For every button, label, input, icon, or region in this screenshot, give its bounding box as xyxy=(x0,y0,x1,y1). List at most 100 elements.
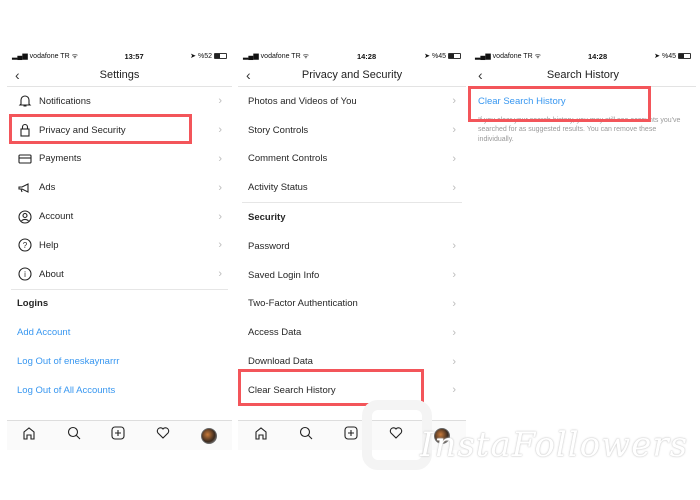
log-out-all-link[interactable]: Log Out of All Accounts xyxy=(7,376,232,405)
battery: ➤ %52 xyxy=(190,52,227,60)
page-title: Privacy and Security xyxy=(301,69,403,81)
search-icon[interactable] xyxy=(299,426,313,445)
settings-item-help[interactable]: ? Help › xyxy=(7,231,232,260)
logins-header: Logins xyxy=(17,298,49,310)
clear-search-history-item[interactable]: Clear Search History › xyxy=(238,376,466,405)
chevron-right-icon: › xyxy=(218,95,222,108)
info-icon: i xyxy=(17,266,33,282)
chevron-right-icon: › xyxy=(452,269,456,282)
status-bar: ▂▄▆ vodafone TR ᯤ 14:28 ➤ %45 xyxy=(470,48,696,64)
settings-item-privacy[interactable]: Privacy and Security › xyxy=(7,116,232,145)
chevron-right-icon: › xyxy=(452,326,456,339)
chevron-right-icon: › xyxy=(218,181,222,194)
chevron-right-icon: › xyxy=(218,124,222,137)
chevron-right-icon: › xyxy=(452,297,456,310)
chevron-right-icon: › xyxy=(452,355,456,368)
settings-screen: ▂▄▆ vodafone TR ᯤ 13:57 ➤ %52 ‹ Settings… xyxy=(7,48,232,450)
security-item[interactable]: Download Data › xyxy=(238,347,466,376)
privacy-item[interactable]: Comment Controls › xyxy=(238,145,466,174)
privacy-list: Photos and Videos of You › Story Controls… xyxy=(238,87,466,405)
settings-item-ads[interactable]: Ads › xyxy=(7,173,232,202)
chevron-right-icon: › xyxy=(218,268,222,281)
security-item[interactable]: Password › xyxy=(238,232,466,261)
carrier: ▂▄▆ vodafone TR ᯤ xyxy=(243,52,309,60)
nav-bar: ‹ Search History xyxy=(470,64,696,87)
security-item[interactable]: Access Data › xyxy=(238,318,466,347)
privacy-item[interactable]: Story Controls › xyxy=(238,116,466,145)
clock: 13:57 xyxy=(124,51,144,61)
item-label: Clear Search History xyxy=(248,384,336,396)
chevron-right-icon: › xyxy=(452,95,456,108)
settings-item-account[interactable]: Account › xyxy=(7,202,232,231)
chevron-right-icon: › xyxy=(218,152,222,165)
chevron-right-icon: › xyxy=(452,181,456,194)
home-icon[interactable] xyxy=(254,426,268,445)
svg-text:?: ? xyxy=(23,241,28,250)
security-header: Security xyxy=(248,212,286,224)
item-label: Access Data xyxy=(248,327,302,339)
page-title: Settings xyxy=(99,69,140,81)
lock-icon xyxy=(17,122,33,138)
item-label: Saved Login Info xyxy=(248,269,320,281)
status-bar: ▂▄▆ vodafone TR ᯤ 14:28 ➤ %45 xyxy=(238,48,466,64)
settings-item-notifications[interactable]: Notifications › xyxy=(7,87,232,116)
page-title: Search History xyxy=(546,69,620,81)
chevron-right-icon: › xyxy=(452,240,456,253)
item-label: Account xyxy=(39,211,74,223)
chevron-right-icon: › xyxy=(452,124,456,137)
privacy-item[interactable]: Activity Status › xyxy=(238,173,466,202)
megaphone-icon xyxy=(17,180,33,196)
heart-icon[interactable] xyxy=(156,426,170,445)
log-out-user-link[interactable]: Log Out of eneskaynarrr xyxy=(7,347,232,376)
back-icon[interactable]: ‹ xyxy=(478,67,483,83)
item-label: Password xyxy=(248,240,290,252)
clock: 14:28 xyxy=(587,51,608,61)
search-icon[interactable] xyxy=(67,426,81,445)
nav-bar: ‹ Privacy and Security xyxy=(238,64,466,87)
item-label: Privacy and Security xyxy=(39,124,126,136)
privacy-security-screen: ▂▄▆ vodafone TR ᯤ 14:28 ➤ %45 ‹ Privacy … xyxy=(238,48,466,450)
carrier: ▂▄▆ vodafone TR ᯤ xyxy=(12,52,78,60)
add-post-icon[interactable] xyxy=(111,426,126,445)
account-icon xyxy=(17,209,33,225)
privacy-item[interactable]: Photos and Videos of You › xyxy=(238,87,466,116)
chevron-right-icon: › xyxy=(452,384,456,397)
search-history-screen: ▂▄▆ vodafone TR ᯤ 14:28 ➤ %45 ‹ Search H… xyxy=(468,48,696,450)
back-icon[interactable]: ‹ xyxy=(246,67,251,83)
status-bar: ▂▄▆ vodafone TR ᯤ 13:57 ➤ %52 xyxy=(7,48,232,64)
settings-item-payments[interactable]: Payments › xyxy=(7,145,232,174)
chevron-right-icon: › xyxy=(452,152,456,165)
credit-card-icon xyxy=(17,151,33,167)
item-label: Story Controls xyxy=(248,124,309,136)
clear-history-note: If you clear your search history, you ma… xyxy=(478,116,681,143)
item-label: Two-Factor Authentication xyxy=(248,298,358,310)
security-item[interactable]: Two-Factor Authentication › xyxy=(238,290,466,319)
battery: ➤ %45 xyxy=(424,52,461,60)
item-label: Comment Controls xyxy=(248,153,328,165)
item-label: Notifications xyxy=(39,95,91,107)
item-label: Ads xyxy=(39,182,56,194)
chevron-right-icon: › xyxy=(218,210,222,223)
home-icon[interactable] xyxy=(22,426,36,445)
battery: ➤ %45 xyxy=(654,52,691,60)
screenshot: ▂▄▆ vodafone TR ᯤ 13:57 ➤ %52 ‹ Settings… xyxy=(0,0,700,500)
item-label: Download Data xyxy=(248,356,313,368)
settings-item-about[interactable]: i About › xyxy=(7,260,232,289)
carrier: ▂▄▆ vodafone TR ᯤ xyxy=(475,52,541,60)
back-icon[interactable]: ‹ xyxy=(15,67,20,83)
item-label: Payments xyxy=(39,153,82,165)
security-item[interactable]: Saved Login Info › xyxy=(238,261,466,290)
item-label: Activity Status xyxy=(248,182,308,194)
clear-search-history-button[interactable]: Clear Search History xyxy=(470,87,696,116)
tab-bar xyxy=(7,420,232,450)
watermark: InstaFollowers xyxy=(420,425,689,465)
item-label: Photos and Videos of You xyxy=(248,95,357,107)
item-label: About xyxy=(39,268,64,280)
add-account-link[interactable]: Add Account xyxy=(7,318,232,347)
settings-list: Notifications › Privacy and Security › Pay… xyxy=(7,87,232,405)
item-label: Help xyxy=(39,239,59,251)
add-post-icon[interactable] xyxy=(344,426,358,445)
profile-avatar[interactable] xyxy=(200,427,217,444)
bell-icon xyxy=(17,93,33,109)
svg-text:i: i xyxy=(24,270,26,279)
